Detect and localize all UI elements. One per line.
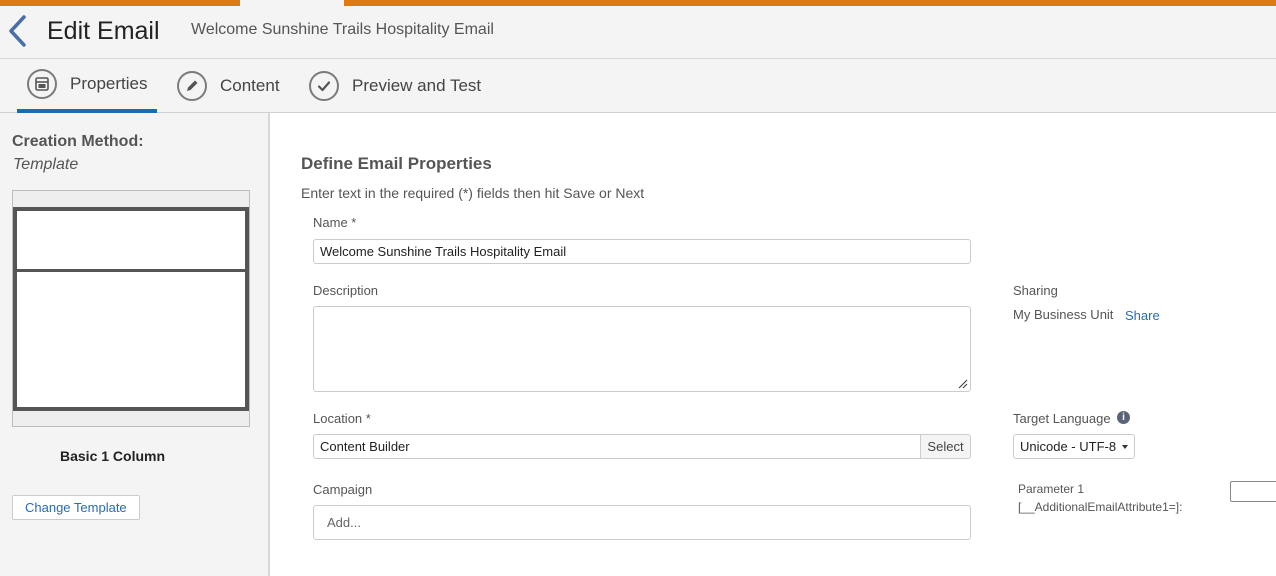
template-thumbnail (12, 190, 250, 427)
tab-content[interactable]: Content (177, 59, 280, 113)
parameter-attribute: [__AdditionalEmailAttribute1=]: (1018, 500, 1183, 514)
name-input[interactable]: Welcome Sunshine Trails Hospitality Emai… (313, 239, 971, 264)
template-name: Basic 1 Column (60, 448, 166, 464)
form-title: Define Email Properties (301, 154, 492, 173)
tab-properties[interactable]: Properties (17, 59, 157, 113)
tab-preview-and-test[interactable]: Preview and Test (309, 59, 481, 113)
location-input[interactable]: Content Builder (313, 434, 921, 459)
page-title: Edit Email (47, 17, 160, 45)
form-description: Enter text in the required (*) fields th… (301, 185, 645, 201)
description-textarea[interactable] (313, 306, 971, 392)
page-header: Edit Email Welcome Sunshine Trails Hospi… (0, 6, 1276, 59)
location-select-button[interactable]: Select (920, 434, 971, 459)
parameter-label: Parameter 1 (1018, 482, 1085, 496)
tab-properties-label: Properties (70, 74, 148, 93)
description-label: Description (313, 283, 379, 298)
template-sidebar: Creation Method: Template Basic 1 Column… (0, 113, 270, 576)
template-layout-preview (13, 207, 249, 411)
sharing-value: My Business Unit (1013, 307, 1114, 322)
template-row-divider (17, 269, 245, 272)
tab-preview-label: Preview and Test (352, 76, 482, 95)
change-template-button[interactable]: Change Template (12, 495, 140, 520)
layout-icon (27, 69, 57, 99)
back-button[interactable] (4, 14, 30, 48)
pencil-icon (177, 71, 207, 101)
sharing-label: Sharing (1013, 283, 1058, 298)
properties-form: Define Email Properties Enter text in th… (272, 113, 1276, 576)
name-label: Name * (313, 215, 357, 230)
caret-down-icon (1122, 445, 1128, 449)
share-link[interactable]: Share (1125, 308, 1160, 323)
resize-grip-icon[interactable] (958, 379, 968, 389)
creation-method-label: Creation Method: (12, 133, 144, 150)
checkmark-icon (309, 71, 339, 101)
parameter-input[interactable] (1230, 481, 1276, 502)
campaign-label: Campaign (313, 482, 373, 497)
chevron-left-icon (9, 15, 26, 47)
target-language-select[interactable]: Unicode - UTF-8 (1013, 434, 1135, 459)
campaign-input[interactable]: Add... (313, 505, 971, 540)
info-icon[interactable]: i (1117, 411, 1130, 424)
target-language-label: Target Language (1013, 411, 1111, 426)
target-language-value: Unicode - UTF-8 (1020, 439, 1117, 454)
creation-method-value: Template (13, 156, 79, 173)
location-label: Location * (313, 411, 371, 426)
email-name-subtitle: Welcome Sunshine Trails Hospitality Emai… (191, 21, 494, 38)
tab-content-label: Content (220, 76, 280, 95)
tab-bar: Properties Content Preview and Test (0, 59, 1276, 113)
